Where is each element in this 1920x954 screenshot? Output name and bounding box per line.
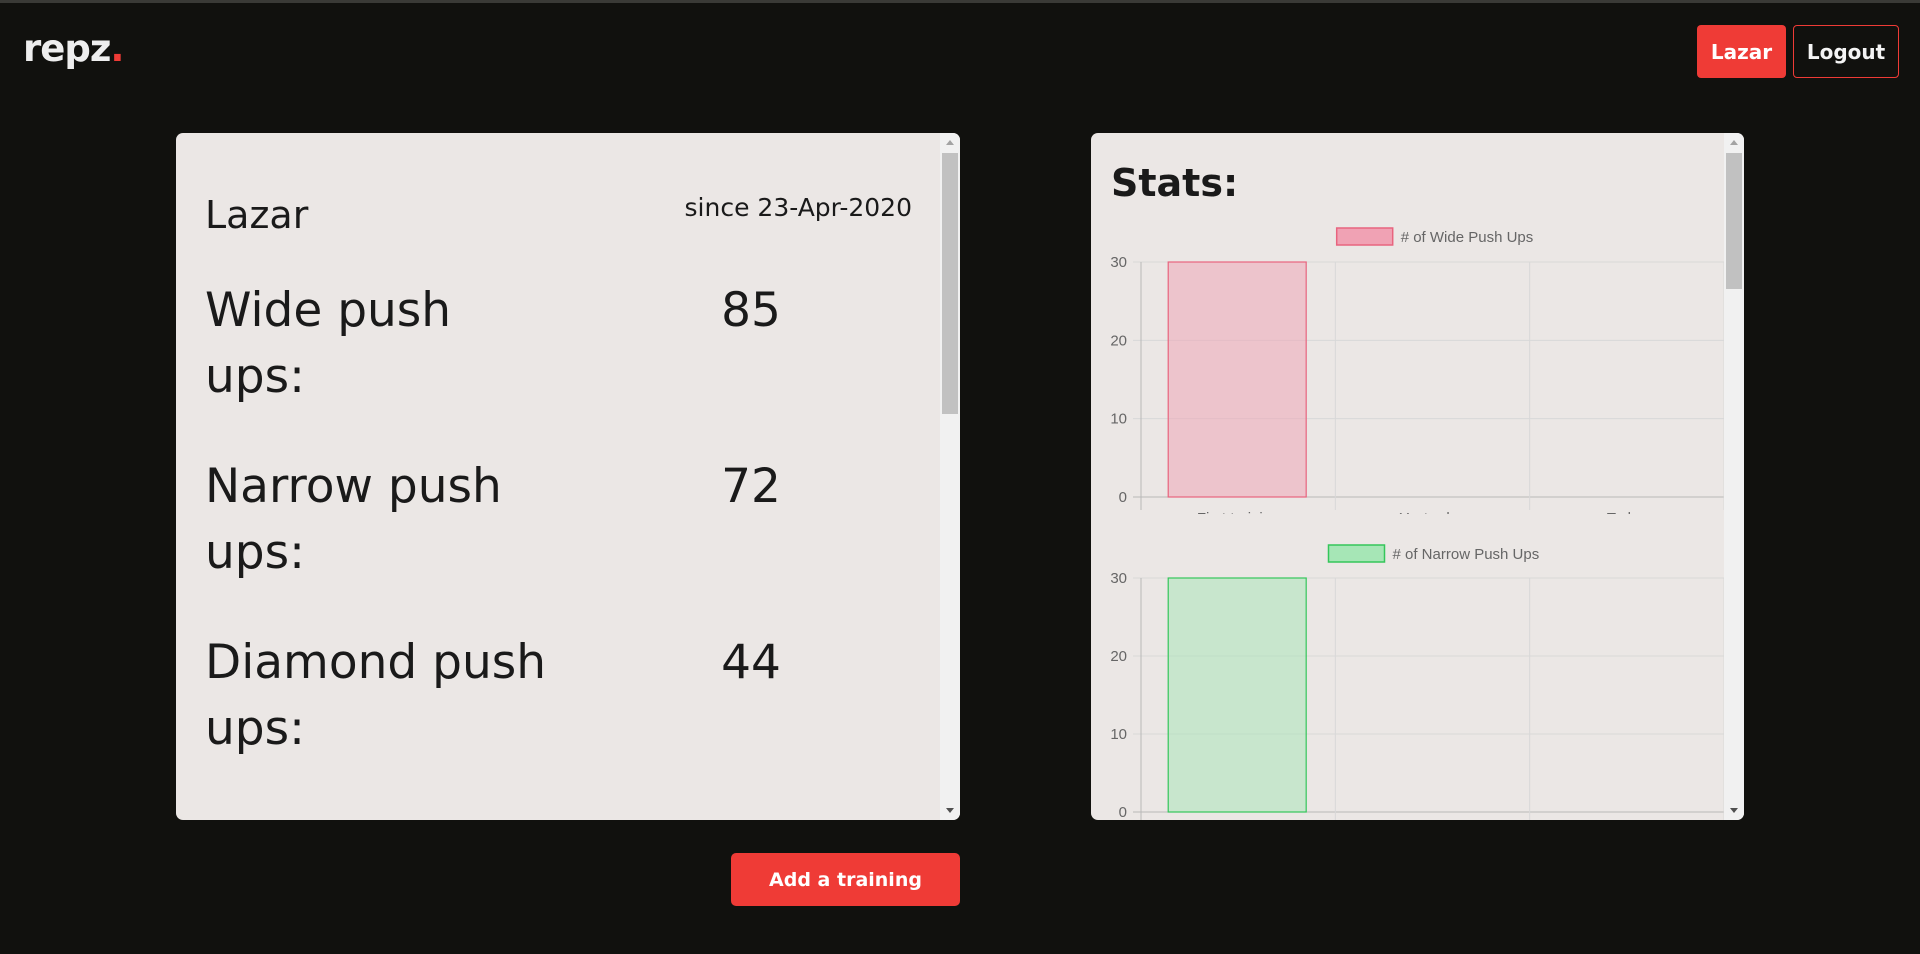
profile-card[interactable]: Lazar since 23-Apr-2020 Wide push ups: 8… (176, 133, 960, 820)
repz-logo[interactable]: repz. (23, 27, 124, 70)
profile-scrollbar[interactable] (940, 133, 960, 820)
legend-label: # of Narrow Push Ups (1393, 546, 1540, 563)
scroll-thumb[interactable] (1726, 153, 1742, 289)
y-tick-label: 20 (1110, 332, 1127, 349)
diamond-push-ups-label: Diamond push ups: (205, 635, 547, 756)
scroll-up-arrow-icon[interactable] (946, 140, 954, 145)
stats-title: Stats: (1111, 161, 1239, 205)
user-button[interactable]: Lazar (1697, 25, 1786, 78)
y-tick-label: 30 (1110, 570, 1127, 587)
scroll-up-arrow-icon[interactable] (1730, 140, 1738, 145)
y-tick-label: 10 (1110, 726, 1127, 743)
wide-push-ups-label: Wide push ups: (205, 283, 452, 404)
logo-dot: . (110, 27, 124, 70)
stats-card[interactable]: Stats: # of Wide Push Ups 0 10 20 30 First tr… (1091, 133, 1744, 820)
wide-push-ups-value: 85 (721, 283, 781, 338)
x-tick-label: Today (1607, 510, 1648, 514)
diamond-push-ups-value: 44 (721, 635, 781, 690)
add-training-button[interactable]: Add a training (731, 853, 960, 906)
legend-swatch (1335, 227, 1394, 246)
scroll-thumb[interactable] (942, 153, 958, 414)
logo-text: repz (23, 27, 111, 70)
profile-name: Lazar (205, 193, 309, 237)
narrow-push-ups-chart: # of Narrow Push Ups 0 10 20 30 (1110, 544, 1724, 820)
stats-scrollbar[interactable] (1724, 133, 1744, 820)
x-tick-label: First training (1197, 510, 1280, 514)
bar (1167, 577, 1307, 813)
wide-push-ups-chart: # of Wide Push Ups 0 10 20 30 First training Y… (1110, 227, 1724, 514)
y-tick-label: 20 (1110, 648, 1127, 665)
logout-button[interactable]: Logout (1793, 25, 1899, 78)
bar (1167, 261, 1307, 498)
y-tick-label: 30 (1110, 254, 1127, 271)
member-since: since 23-Apr-2020 (684, 193, 912, 222)
narrow-push-ups-value: 72 (721, 459, 781, 514)
y-tick-label: 0 (1119, 489, 1127, 506)
narrow-push-ups-label: Narrow push ups: (205, 459, 502, 580)
scroll-down-arrow-icon[interactable] (1730, 808, 1738, 813)
top-border (0, 0, 1920, 3)
legend-swatch (1327, 544, 1386, 563)
scroll-down-arrow-icon[interactable] (946, 808, 954, 813)
x-tick-label: Yesterday (1399, 510, 1466, 514)
y-tick-label: 10 (1110, 411, 1127, 428)
y-tick-label: 0 (1119, 804, 1127, 820)
legend-label: # of Wide Push Ups (1401, 229, 1534, 246)
